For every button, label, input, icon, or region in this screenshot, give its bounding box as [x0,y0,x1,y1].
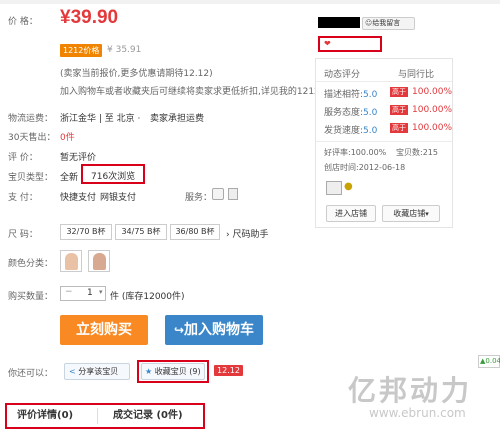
rating-value: 暂无评价 [60,153,97,163]
score-compare-tag: 高于 [390,105,408,115]
enter-shop-button[interactable]: 进入店铺 [326,205,376,222]
price-value: ¥39.90 [60,7,119,28]
color-swatch-image [93,253,106,270]
views-count: 716次浏览 [91,172,136,182]
seller-name-redacted [318,17,360,28]
payment-label: 支 付： [8,193,38,203]
score-name: 描述相符: [324,90,364,100]
quantity-stock: 件 (库存12000件) [110,292,185,302]
promo-note-1: (卖家当前报价,更多优惠请期待12.12) [60,69,213,79]
buy-now-button[interactable]: 立刻购买 [60,315,148,345]
tab-divider [97,408,98,424]
quantity-stepper[interactable]: − 1 ▾ [60,286,106,301]
favorite-highlight: ★ 收藏宝贝 (9) [137,360,209,383]
side-float-tag[interactable]: ▲0.04 [478,355,500,368]
shipping-note: 卖家承担运费 [150,114,205,124]
item-count: 宝贝数:215 [396,148,438,157]
dynamic-score-title: 动态评分 [324,70,361,80]
service-label: 服务： [185,193,213,203]
tab-reviews[interactable]: 评价详情(0) [17,405,73,427]
score-compare-tag: 高于 [390,123,408,133]
watermark-brand: 亿邦动力 [348,374,473,407]
size-label: 尺 码： [8,230,38,240]
panel-divider [316,141,452,142]
size-option-36-80b[interactable]: 36/80 B杯 [170,224,220,240]
score-name: 服务态度: [324,108,364,118]
payment-method-bank[interactable]: 网银支付 [100,190,136,203]
add-to-cart-button[interactable]: ↪加入购物车 [165,315,263,345]
share-item-button[interactable]: < 分享该宝贝 [64,363,130,380]
size-helper-link[interactable]: › 尺码助手 [226,227,269,240]
size-helper-label: 尺码助手 [232,230,269,240]
share-icon: < [69,367,76,376]
item-type-label: 宝贝类型： [8,173,54,183]
heart-icon: ❤ [324,39,331,48]
score-value: 5.0 [363,90,378,100]
price-label: 价 格： [8,17,38,27]
shipping-route[interactable]: 浙江金华 | 至 北京 · [60,111,140,124]
size-option-32-70b[interactable]: 32/70 B杯 [60,224,112,240]
score-value: 5.0 [363,108,378,118]
promo-note-2: 加入购物车或者收藏夹后可继续将卖家求更低折扣,详见我的1212 [60,87,320,97]
color-swatch-image [65,253,78,270]
favorite-item-label: 收藏宝贝 (9) [154,367,201,376]
score-compare-tag: 高于 [390,87,408,97]
score-row-shipping: 发货速度:5.0 高于 100.00% [324,123,454,137]
panel-divider [316,81,452,82]
shipping-label: 物流运费： [8,114,54,124]
service-icon[interactable] [212,188,224,200]
seller-panel: 动态评分 与同行比 描述相符:5.0 高于 100.00% 服务态度:5.0 高… [315,58,453,228]
score-compare-pct: 100.00% [412,105,453,115]
star-icon: ★ [145,367,153,376]
share-item-label: 分享该宝贝 [78,367,119,376]
caret-icon[interactable]: ▾ [99,288,103,296]
score-row-service: 服务态度:5.0 高于 100.00% [324,105,454,119]
minus-icon[interactable]: − [65,287,73,297]
twelve-twelve-badge: 12.12 [214,365,243,376]
tab-transactions[interactable]: 成交记录 (0件) [113,405,183,427]
item-type-value: 全新 [60,173,79,183]
promo-tag: 1212价格 [60,44,103,57]
size-option-34-75b[interactable]: 34/75 B杯 [115,224,167,240]
favorite-shop-button[interactable]: 收藏店铺▾ [382,205,440,222]
favorite-shop-label: 收藏店铺 [393,209,426,218]
seller-level-highlight: ❤ [318,36,382,52]
good-rate: 好评率:100.00% [324,148,387,157]
color-swatch-1[interactable] [60,250,82,272]
service-icon-2[interactable] [228,188,238,200]
cart-icon: ↪ [173,323,185,337]
payment-method-quick[interactable]: 快捷支付 [60,190,96,203]
score-compare-pct: 100.00% [412,87,453,97]
quantity-label: 购买数量： [8,292,54,302]
promo-old-price: ¥ 35.91 [107,45,142,55]
score-value: 5.0 [363,126,378,136]
score-compare-pct: 100.00% [412,123,453,133]
rating-label: 评 价： [8,153,38,163]
pointer-icon: › [226,230,230,240]
favorite-item-button[interactable]: ★ 收藏宝贝 (9) [141,363,205,380]
caret-down-icon: ▾ [425,210,429,218]
side-tag-value: 0.04 [485,357,500,365]
shop-created: 创店时间:2012-06-18 [324,163,406,172]
watermark-url: www.ebrun.com [369,406,466,420]
share-row-label: 你还可以： [8,369,54,379]
contact-seller-label: 给我留言 [372,19,401,27]
shop-badge-icon [326,181,342,195]
detail-tabs: 评价详情(0) 成交记录 (0件) [5,403,205,429]
shop-guarantee-icon: ● [344,181,353,192]
score-row-description: 描述相符:5.0 高于 100.00% [324,87,454,101]
color-swatch-2[interactable] [88,250,110,272]
color-label: 颜色分类： [8,259,54,269]
top-edge [0,0,500,4]
quantity-value[interactable]: 1 [87,288,93,298]
add-to-cart-label: 加入购物车 [184,322,255,338]
score-name: 发货速度: [324,126,364,136]
sales-value: 0件 [60,133,75,143]
compare-title: 与同行比 [398,70,435,80]
sales-label: 30天售出： [8,133,56,143]
views-highlight: 716次浏览 [81,164,145,184]
contact-seller-button[interactable]: ☺给我留言 [362,17,415,30]
